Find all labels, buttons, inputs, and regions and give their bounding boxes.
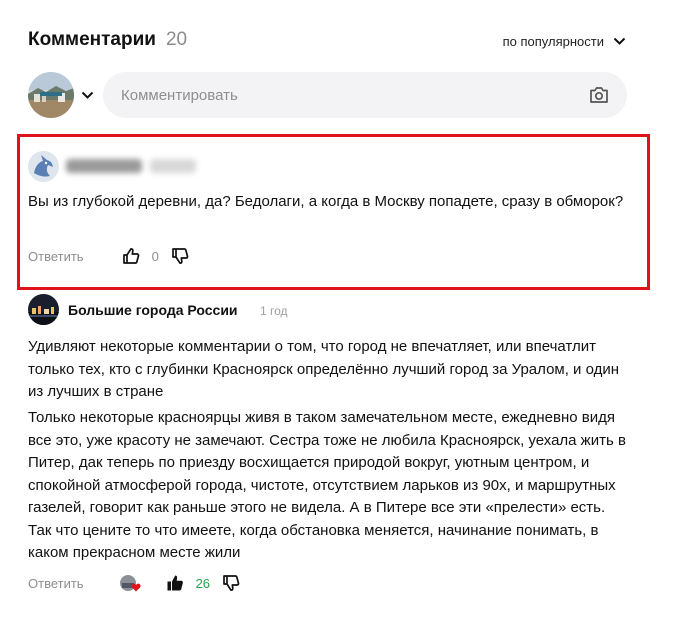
comment-actions: Ответить 26 (28, 574, 240, 592)
comments-header: Комментарии 20 (28, 29, 187, 51)
account-switch-chevron[interactable] (81, 91, 94, 100)
thumbs-up-filled-icon[interactable] (166, 574, 184, 592)
comment-paragraph: Только некоторые красноярцы живя в таком… (28, 409, 626, 561)
like-count: 26 (195, 575, 211, 591)
comment-actions: Ответить 0 (28, 247, 189, 265)
like-count: 0 (151, 248, 159, 264)
comment-input-box[interactable] (103, 72, 627, 118)
camera-icon[interactable] (589, 86, 609, 104)
sort-label: по популярности (502, 34, 604, 49)
thumbs-down-icon[interactable] (222, 574, 240, 592)
sort-dropdown[interactable]: по популярности (503, 34, 626, 49)
comment-author-avatar (28, 294, 59, 325)
blurred-comment-time (150, 159, 196, 173)
comments-count: 20 (165, 29, 188, 50)
user-avatar[interactable] (28, 72, 74, 118)
thumbs-down-icon[interactable] (171, 247, 189, 265)
comment-input[interactable] (119, 85, 563, 105)
chevron-down-icon (613, 37, 626, 45)
reply-button[interactable]: Ответить (28, 249, 84, 264)
comment-composer (28, 72, 627, 118)
chevron-down-icon (81, 91, 94, 99)
author-liked-badge (119, 575, 141, 592)
comment-text: Вы из глубокой деревни, да? Бедолаги, а … (28, 193, 624, 210)
comments-title: Комментарии (28, 29, 156, 50)
blurred-author-name (66, 159, 142, 173)
comment-author-avatar (28, 151, 59, 182)
comment-paragraph: Удивляют некоторые комментарии о том, чт… (28, 338, 620, 400)
thumbs-up-icon[interactable] (122, 247, 140, 265)
comment-author-name[interactable]: Большие города России (68, 302, 238, 318)
comment-time: 1 год (260, 304, 288, 318)
reply-button[interactable]: Ответить (28, 576, 84, 591)
heart-icon (130, 583, 141, 592)
